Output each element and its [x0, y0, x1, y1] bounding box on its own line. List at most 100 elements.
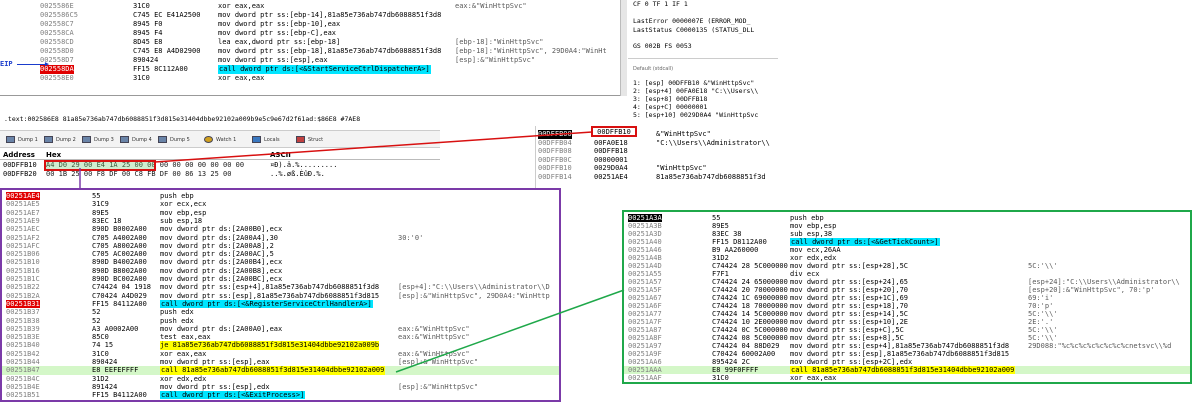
disasm-address: 002558CD — [40, 38, 74, 46]
tab-struct[interactable]: Struct — [296, 131, 323, 149]
disasm-row[interactable]: 002558E0 31C0 xor eax,eax — [0, 74, 627, 83]
disasm-instruction: mov dword ptr ss:[esp],81a85e736ab747db6… — [790, 350, 1010, 358]
tab-dump-5[interactable]: Dump 5 — [158, 131, 190, 149]
disasm-row[interactable]: 00251AEC 890D B0002A00 mov dword ptr ds:[2… — [2, 225, 559, 233]
disasm-row[interactable]: 00251B47 E8 EEFEFFFF call 81a85e736ab747db… — [2, 366, 559, 375]
disasm-instruction: mov dword ptr ss:[esp+4],81a85e736ab747d… — [160, 283, 380, 292]
disasm-row[interactable]: 00251B1C 890D BC002A00 mov dword ptr ds:[2… — [2, 275, 559, 283]
disasm-instruction: mov dword ptr ss:[esp+10],2E — [790, 318, 909, 326]
disasm-row[interactable]: 00251A7F C74424 10 2E000000 mov dword ptr … — [624, 318, 1190, 326]
disasm-row[interactable]: 00251AE9 83EC 18 sub esp,18 — [2, 217, 559, 225]
dump-header-hex: Hex — [46, 151, 62, 159]
disasm-row[interactable]: 00251B4E 891424 mov dword ptr ss:[esp],edx… — [2, 383, 559, 391]
disasm-bytes: 890D B8002A00 — [92, 266, 147, 275]
tab-dump-3[interactable]: Dump 3 — [82, 131, 114, 149]
stack-row[interactable]: 00DFFB14 00251AE4 81a85e736ab747db6088851f… — [536, 173, 778, 182]
disasm-bytes: 8945 F4 — [133, 29, 163, 37]
disasm-bytes: 8D45 E8 — [133, 38, 163, 46]
disasm-address: 00251A4B — [628, 254, 662, 262]
registers-panel: CF 0 TF 1 IF 1 LastError 0000007E (ERROR… — [628, 0, 778, 60]
disasm-row[interactable]: 00251B16 890D B8002A00 mov dword ptr ds:[2… — [2, 267, 559, 275]
stack-selected-value[interactable]: 00DFFB10 — [591, 126, 637, 137]
disasm-bytes: FF15 8C112A00 — [133, 65, 188, 73]
dump-row-ascii: ..%.øß.ÈûÐ.%. — [270, 170, 325, 178]
dump-row[interactable]: 00DFFB20 00 1B 25 00 F8 DF 00 C8 FB DF 0… — [0, 170, 440, 179]
disasm-row[interactable]: 00251B40 74 15 je 81a85e736ab747db6088851f… — [2, 341, 559, 350]
tab-watch-1[interactable]: Watch 1 — [204, 131, 236, 149]
disasm-row[interactable]: 00251A4D C74424 28 5C000000 mov dword ptr … — [624, 262, 1190, 270]
disasm-comment: 5C:'\\' — [1028, 326, 1058, 334]
disasm-row[interactable]: 00251AFC C705 A8002A00 mov dword ptr ds:[2… — [2, 242, 559, 250]
disasm-row[interactable]: 00251B37 52 push edx — [2, 308, 559, 316]
disasm-row[interactable]: 00251B3E 85C0 test eax,eax eax:&"WinHttpSvc… — [2, 333, 559, 341]
disasm-row[interactable]: 00251B06 C705 AC002A00 mov dword ptr ds:[2… — [2, 250, 559, 258]
disasm-row[interactable]: 00251A46 B9 AA260000 mov ecx,26AA — [624, 246, 1190, 254]
disasm-row[interactable]: 00251B38 52 push edx — [2, 317, 559, 325]
disasm-row[interactable]: 00251AF2 C705 A4002A00 mov dword ptr ds:[2… — [2, 234, 559, 242]
disasm-instruction: mov dword ptr ds:[2A00A0],eax — [160, 324, 283, 333]
disasm-row[interactable]: 00251A55 F7F1 div ecx — [624, 270, 1190, 278]
hex-dump-panel[interactable]: Address Hex ASCII 00DFFB10 A4 D0 29 00 E… — [0, 149, 440, 179]
disasm-row[interactable]: 00251A5F C74424 20 70000000 mov dword ptr … — [624, 286, 1190, 294]
tickcount-disassembly-panel[interactable]: 00251A3A 55 push ebp 00251A3B 89E5 mov ebp,es… — [622, 210, 1192, 384]
disasm-row[interactable]: 00251B51 FF15 B4112A00 call dword ptr ds:[… — [2, 391, 559, 400]
disasm-row[interactable]: 00251A3D 83EC 38 sub esp,38 — [624, 230, 1190, 238]
disasm-instruction: mov dword ptr ss:[esp+4],81a85e736ab747d… — [790, 342, 1010, 350]
tab-dump-1[interactable]: Dump 1 — [6, 131, 38, 149]
disasm-row[interactable]: 00251AE7 89E5 mov ebp,esp — [2, 209, 559, 217]
disasm-row[interactable]: 0025586E 31C0 xor eax,eax eax:&"WinHttpSvc" — [0, 2, 627, 11]
disasm-row[interactable]: 00251A4B 31D2 xor edx,edx — [624, 254, 1190, 262]
disasm-row[interactable]: 00251B39 A3 A0002A00 mov dword ptr ds:[2A0… — [2, 325, 559, 333]
disasm-row[interactable]: 002558D7 890424 mov dword ptr ss:[esp],eax… — [0, 56, 627, 65]
disasm-bytes: C745 EC E41A2500 — [133, 11, 201, 19]
stack-panel[interactable]: 00DFFB0000DFFB10&"WinHttpSvc"00DFFB0400F… — [535, 126, 778, 188]
disasm-row[interactable]: 00251A77 C74424 14 5C000000 mov dword ptr … — [624, 310, 1190, 318]
disasm-row[interactable]: 00251AE5 31C9 xor ecx,ecx — [2, 200, 559, 208]
disasm-bytes: 890424 — [133, 56, 159, 64]
disasm-row[interactable]: 002558C7 8945 F0 mov dword ptr ss:[ebp-10]… — [0, 20, 627, 29]
disasm-row[interactable]: 00251AA6 895424 2C mov dword ptr ss:[esp+2… — [624, 358, 1190, 366]
tab-dump-4[interactable]: Dump 4 — [120, 131, 152, 149]
disasm-row[interactable]: 00251B2A C70424 A4D029 mov dword ptr ss:[e… — [2, 292, 559, 300]
disasm-row[interactable]: 00251AE4 55 push ebp — [2, 192, 559, 201]
disasm-instruction: mov ebp,esp — [160, 208, 207, 217]
disasm-row[interactable]: 00251AAA E8 99F0FFFF call 81a85e736ab747db… — [624, 366, 1190, 374]
segments-line: GS 002B FS 0053 — [633, 42, 692, 50]
disasm-row[interactable]: 00251A3B 89E5 mov ebp,esp — [624, 222, 1190, 230]
arrowhead-icon: ▶ — [44, 60, 50, 68]
disasm-row[interactable]: 00251B31 FF15 84112A00 call dword ptr ds:[… — [2, 299, 559, 309]
disasm-row[interactable]: 00251A8F C74424 08 5C000000 mov dword ptr … — [624, 334, 1190, 342]
disasm-row[interactable]: 00251B42 31C0 xor eax,eax eax:&"WinHttpSvc" — [2, 350, 559, 358]
disasm-row[interactable]: 00251B22 C74424 04 1918 mov dword ptr ss:[… — [2, 283, 559, 291]
handler-disassembly-panel[interactable]: 00251AE4 55 push ebp 00251AE5 31C9 xor ecx,ec… — [0, 188, 561, 402]
disasm-row[interactable]: 00251B4C 31D2 xor edx,edx — [2, 375, 559, 383]
disasm-row[interactable]: 00251A3A 55 push ebp — [624, 214, 1190, 222]
disasm-address: 00251B4E — [6, 382, 40, 391]
disasm-address: 00251A46 — [628, 246, 662, 254]
disasm-row[interactable]: 002558DA FF15 8C112A00 call dword ptr ds:[… — [0, 65, 627, 74]
disasm-row[interactable]: 00251A67 C74424 1C 69000000 mov dword ptr … — [624, 294, 1190, 302]
disasm-row[interactable]: 00251B10 890D B4002A00 mov dword ptr ds:[2… — [2, 258, 559, 266]
disasm-bytes: 52 — [92, 316, 101, 325]
disasm-row[interactable]: 00251B44 890424 mov dword ptr ss:[esp],eax… — [2, 358, 559, 366]
disasm-row[interactable]: 00251A57 C74424 24 65000000 mov dword ptr … — [624, 278, 1190, 286]
disasm-bytes: C74424 28 5C000000 — [712, 262, 788, 270]
tab-locals[interactable]: Locals — [252, 131, 280, 149]
disasm-row[interactable]: 002558CA 8945 F4 mov dword ptr ss:[ebp-C],… — [0, 29, 627, 38]
disasm-row[interactable]: 00251A9F C70424 60002A00 mov dword ptr ss:… — [624, 350, 1190, 358]
top-scrollbar[interactable] — [620, 0, 627, 96]
disasm-row[interactable]: 00251AAF 31C0 xor eax,eax — [624, 374, 1190, 382]
disasm-row[interactable]: 00251A40 FF15 D8112A00 call dword ptr ds:[… — [624, 238, 1190, 246]
disasm-row[interactable]: 002558CD 8D45 E8 lea eax,dword ptr ss:[ebp… — [0, 38, 627, 47]
disasm-row[interactable]: 00251A97 C74424 04 88D029 mov dword ptr ss… — [624, 342, 1190, 350]
disasm-row[interactable]: 0025586C5 C745 EC E41A2500 mov dword ptr s… — [0, 11, 627, 20]
disasm-comment: eax:&"WinHttpSvc" — [398, 349, 470, 358]
tab-dump-2[interactable]: Dump 2 — [44, 131, 76, 149]
call-arg-row: 5: [esp+10] 0029D0A4 "WinHttpSvc — [633, 111, 759, 119]
disasm-row[interactable]: 00251A6F C74424 18 70000000 mov dword ptr … — [624, 302, 1190, 310]
disasm-row[interactable]: 002558D0 C745 E8 A4D02900 mov dword ptr ss… — [0, 47, 627, 56]
dump-row-address: 00DFFB10 — [3, 161, 37, 169]
disasm-address: 00251A57 — [628, 278, 662, 286]
top-disassembly-panel[interactable]: 0025586E 31C0 xor eax,eax eax:&"WinHttpSvc"… — [0, 0, 627, 96]
disasm-row[interactable]: 00251A87 C74424 0C 5C000000 mov dword ptr … — [624, 326, 1190, 334]
